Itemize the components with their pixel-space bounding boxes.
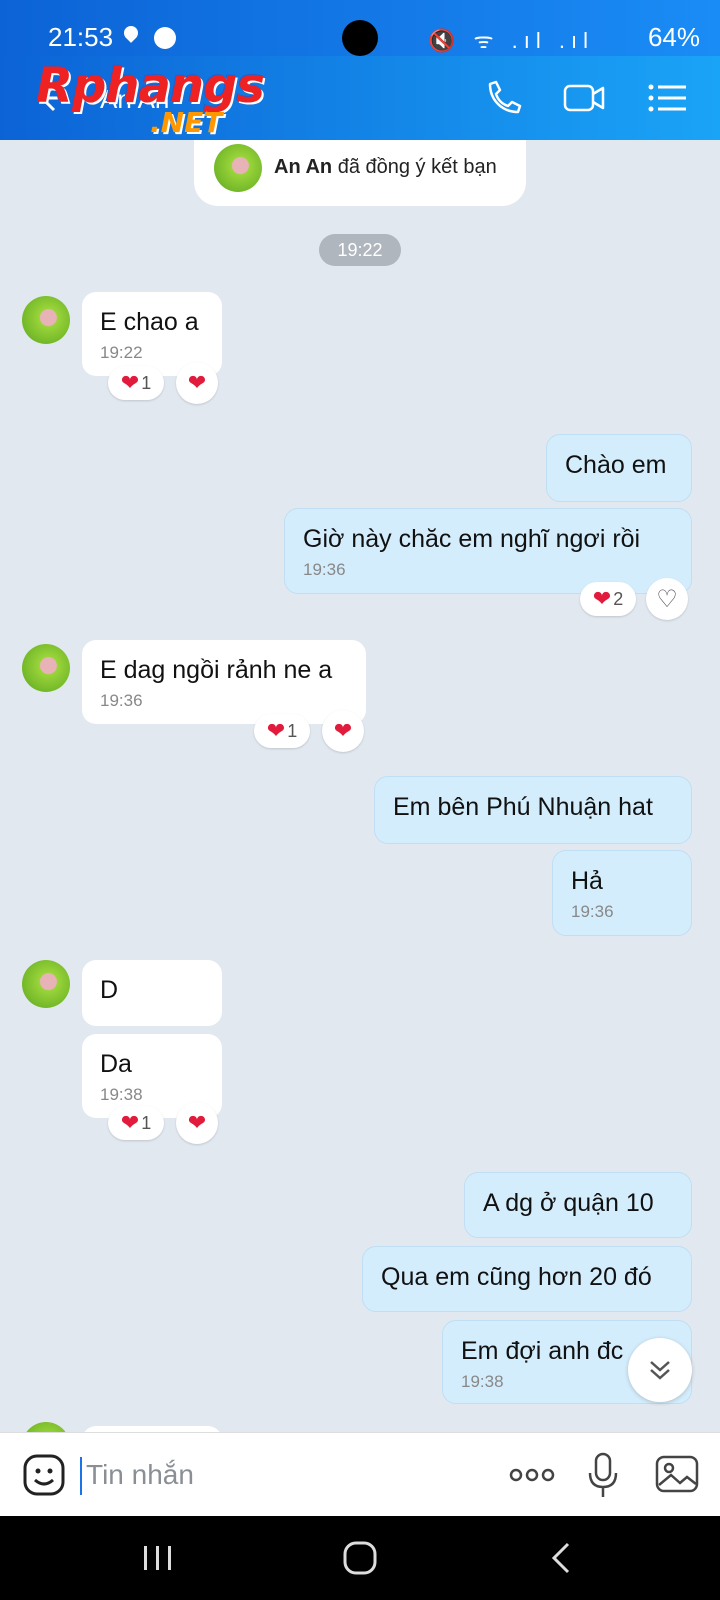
message-text: Hả [571,867,603,895]
message-text: E dag ngồi rảnh ne a [100,656,333,684]
status-time: 21:53 [48,22,114,52]
message-time: 19:36 [100,691,143,710]
reaction-summary[interactable]: ❤ 2 [580,582,636,616]
message-text: Qua em cũng hơn 20 đó [381,1263,652,1291]
heart-icon: ❤ [266,718,286,743]
phone-call-icon[interactable] [482,78,526,118]
watermark-logo-sub: .NET [150,106,223,139]
heart-icon: ❤ [187,370,207,395]
friend-accepted-notice: An An đã đồng ý kết bạn [194,140,526,206]
signal-icons: 🔇 ᯤ .ıl .ıl [427,28,594,53]
message-bubble-incoming[interactable]: D [82,960,222,1026]
react-button[interactable]: ❤ [176,362,218,404]
reaction-summary[interactable]: ❤ 1 [108,366,164,400]
reaction-count: 1 [141,372,152,393]
heart-icon: ❤ [592,586,612,611]
message-text: E chao a [100,308,199,336]
message-text: Em bên Phú Nhuận hat [393,793,653,821]
avatar [22,1422,70,1432]
battery-level: 64% [647,22,700,52]
heart-icon: ❤ [333,718,353,743]
sticker-emoji-icon[interactable] [22,1453,66,1497]
system-navigation-bar [0,1516,720,1600]
avatar[interactable] [22,644,70,692]
message-time: 19:36 [571,902,614,921]
status-bar: 21:53 🔇 ᯤ .ıl .ıl 64% [0,0,720,56]
avatar[interactable] [22,296,70,344]
message-bubble-outgoing[interactable]: Qua em cũng hơn 20 đó [362,1246,692,1312]
video-call-icon[interactable] [562,78,606,118]
reaction-count: 1 [287,720,298,741]
avatar[interactable] [22,960,70,1008]
message-bubble-outgoing[interactable]: Giờ này chăc em nghĩ ngơi rồi 19:36 [284,508,692,594]
message-input[interactable] [84,1451,468,1499]
message-bubble-incoming[interactable]: E dag ngồi rảnh ne a 19:36 [82,640,366,724]
more-options-icon[interactable] [508,1463,556,1487]
text-caret [80,1457,82,1495]
reaction-count: 2 [613,588,624,609]
message-bubble-outgoing[interactable]: Hả 19:36 [552,850,692,936]
heart-outline-icon: ♡ [656,585,678,613]
notice-name: An An [274,156,333,178]
message-text: A dg ở quận 10 [483,1189,654,1217]
recent-apps-icon[interactable] [136,1538,180,1578]
message-text: Da [100,1050,132,1078]
reaction-count: 1 [141,1112,152,1133]
message-time: 19:22 [100,343,143,362]
message-bubble-outgoing[interactable]: Em bên Phú Nhuận hat [374,776,692,844]
message-input-bar [0,1432,720,1517]
chat-header: An An Rphangs .NET [0,56,720,140]
avatar [214,144,262,192]
home-icon[interactable] [338,1538,382,1578]
back-nav-icon[interactable] [540,1538,584,1578]
notice-text: đã đồng ý kết bạn [337,156,497,178]
heart-icon: ❤ [187,1110,207,1135]
heart-icon: ❤ [120,1110,140,1135]
chevron-double-down-icon [650,1361,670,1380]
message-text: Chào em [565,451,667,479]
message-bubble-outgoing[interactable]: Chào em [546,434,692,502]
message-text: Em đợi anh đc [461,1337,624,1365]
react-button[interactable]: ♡ [646,578,688,620]
time-separator: 19:22 [319,234,401,266]
image-gallery-icon[interactable] [654,1453,700,1495]
microphone-icon[interactable] [586,1451,620,1499]
heart-icon: ❤ [120,370,140,395]
react-button[interactable]: ❤ [322,710,364,752]
chat-messages[interactable]: An An đã đồng ý kết bạn 19:22 E chao a 1… [0,140,720,1432]
message-time: 19:36 [303,560,346,579]
message-time: 19:38 [100,1085,143,1104]
location-icon [121,23,141,43]
react-button[interactable]: ❤ [176,1102,218,1144]
message-bubble-outgoing[interactable]: A dg ở quận 10 [464,1172,692,1238]
front-camera [342,20,378,56]
message-text: D [100,976,119,1004]
account-icon [154,27,176,49]
scroll-to-bottom-button[interactable] [628,1338,692,1402]
menu-list-icon[interactable] [646,78,690,118]
reaction-summary[interactable]: ❤ 1 [254,714,310,748]
message-text: Giờ này chăc em nghĩ ngơi rồi [303,525,641,553]
reaction-summary[interactable]: ❤ 1 [108,1106,164,1140]
